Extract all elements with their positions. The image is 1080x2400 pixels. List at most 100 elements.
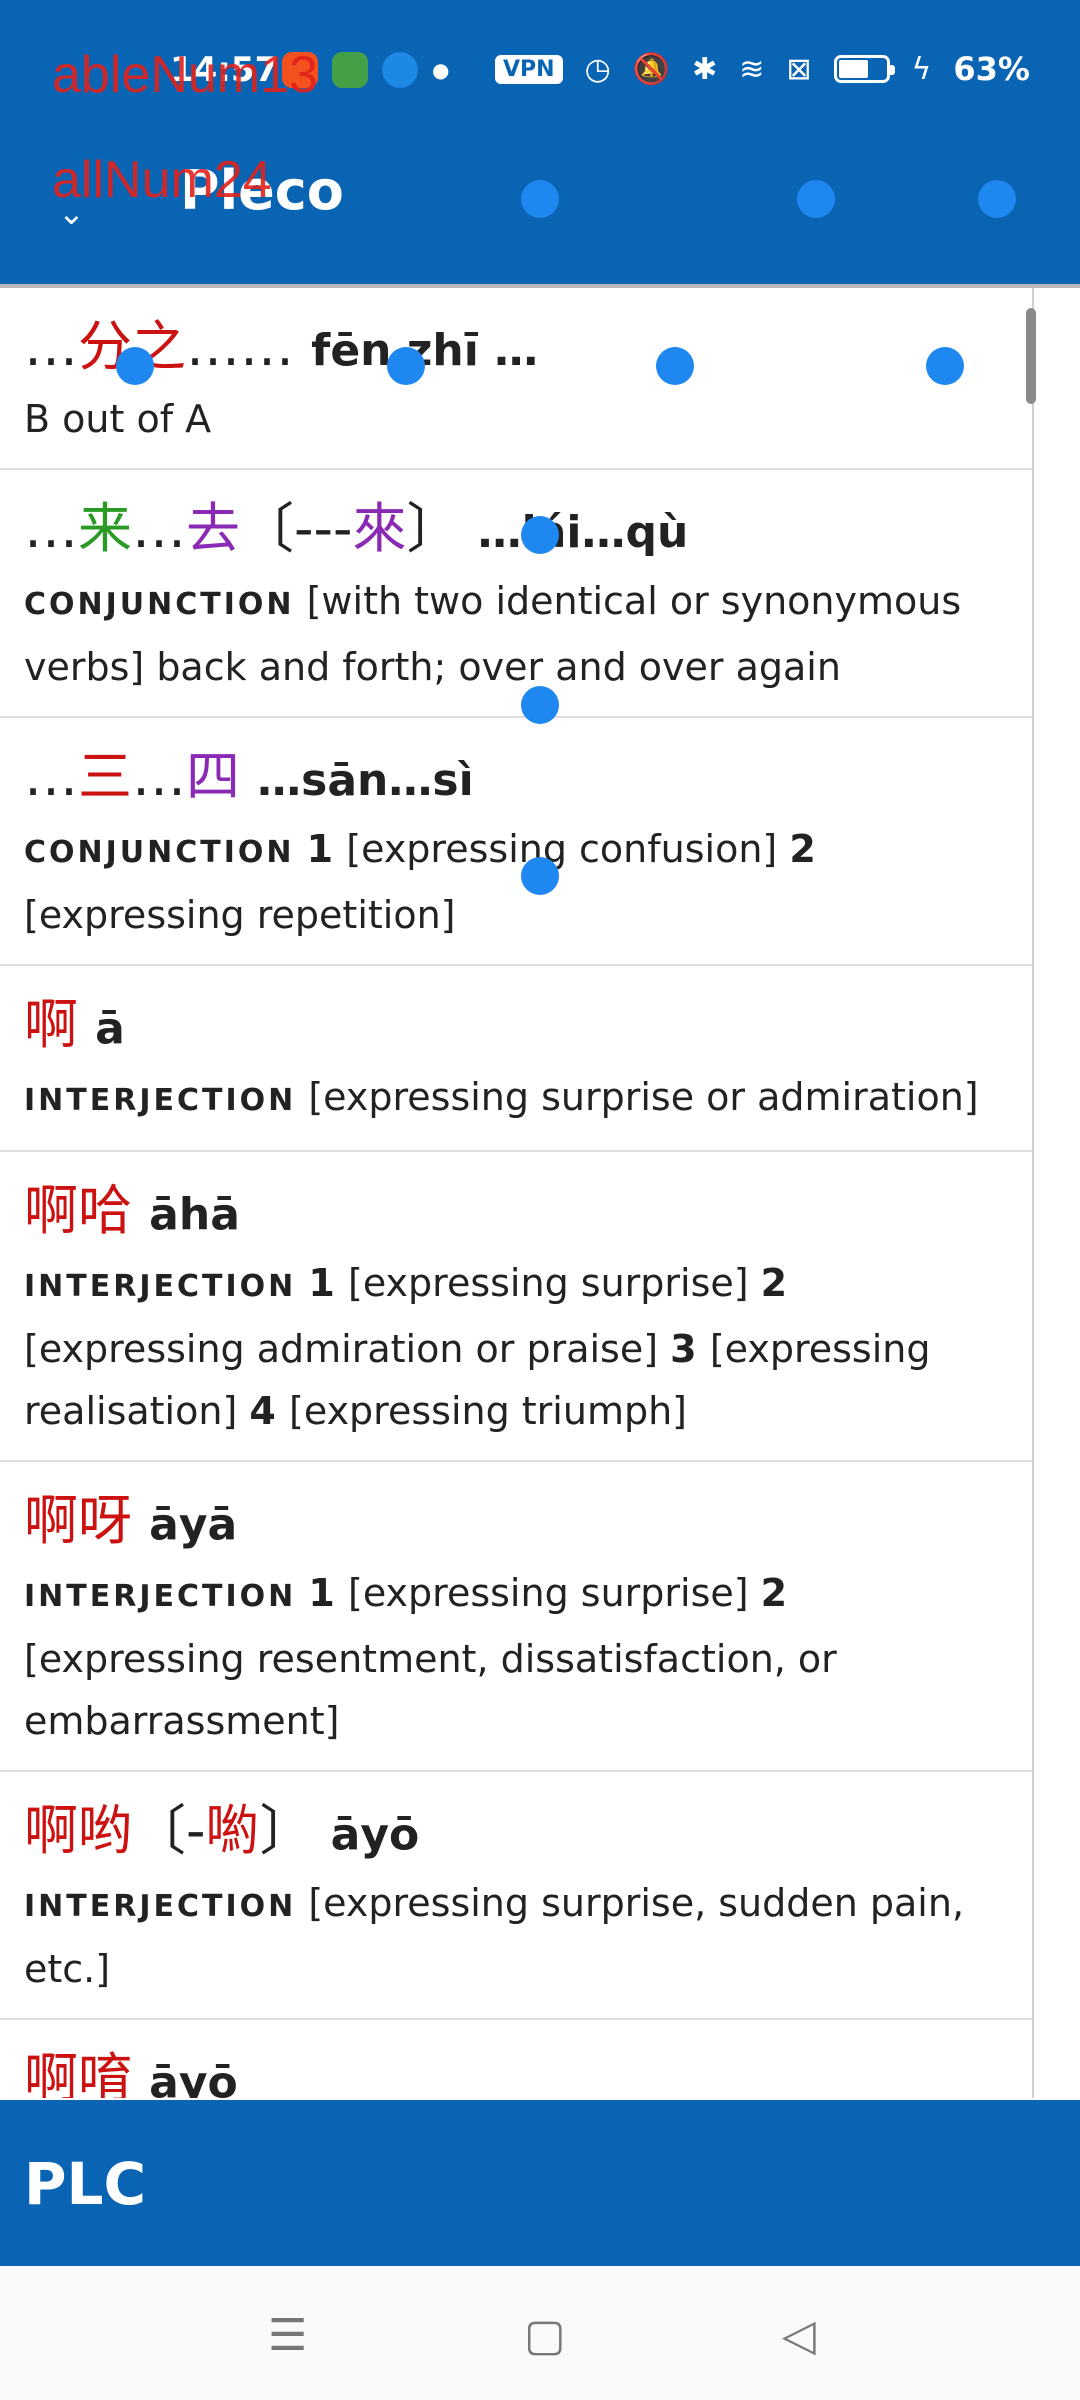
headword-chars: 啊唷 bbox=[24, 2047, 132, 2098]
overlay-text-2: allNum24 bbox=[52, 151, 272, 209]
headword-prefix: … bbox=[24, 497, 78, 560]
dot-icon: ● bbox=[432, 58, 450, 82]
entry-definition: INTERJECTION [expressing surprise or adm… bbox=[24, 1066, 1008, 1132]
headword-chars: 〕 bbox=[406, 497, 461, 560]
download-icon bbox=[332, 52, 368, 88]
sense-number: 1 bbox=[308, 1261, 349, 1305]
sense-text: [expressing admiration or praise] bbox=[24, 1327, 671, 1371]
overlay-text-1: ableNum13 bbox=[52, 46, 318, 104]
touch-dot bbox=[521, 857, 559, 895]
touch-dot bbox=[926, 347, 964, 385]
entry-definition: CONJUNCTION 1 [expressing confusion] 2 [… bbox=[24, 818, 1008, 946]
headword-chars: 去 bbox=[186, 497, 240, 560]
list-item[interactable]: 啊哟〔-喲〕 āyō INTERJECTION [expressing surpr… bbox=[0, 1772, 1032, 2020]
sense-text: [expressing resentment, dissatisfaction,… bbox=[24, 1637, 837, 1743]
headword-prefix: … bbox=[24, 315, 78, 378]
headword-chars: 〔--- bbox=[240, 497, 353, 560]
entry-pinyin: ā bbox=[95, 1003, 125, 1054]
touch-dot bbox=[656, 347, 694, 385]
vpn-badge: VPN bbox=[495, 54, 563, 84]
definition-text: [expressing surprise or admiration] bbox=[308, 1075, 979, 1119]
headword-chars: 啊哟 bbox=[24, 1799, 132, 1862]
headword-chars: 啊 bbox=[24, 993, 78, 1056]
entry-definition: CONJUNCTION [with two identical or synon… bbox=[24, 570, 1008, 698]
entry-pinyin: āhā bbox=[149, 1189, 240, 1240]
scrollbar-track[interactable] bbox=[1032, 288, 1034, 2098]
entry-headword: 啊哟〔-喲〕 āyō bbox=[24, 1794, 1008, 1872]
mute-icon: 🔕 bbox=[632, 51, 671, 87]
list-item[interactable]: 啊哈 āhā INTERJECTION 1 [expressing surpris… bbox=[0, 1152, 1032, 1462]
charging-icon: ϟ bbox=[911, 51, 932, 87]
entry-headword: 啊唷 āyō bbox=[24, 2042, 1008, 2098]
entry-headword: …来…去〔---來〕 …lái…qù bbox=[24, 492, 1008, 570]
list-item[interactable]: 啊呀 āyā INTERJECTION 1 [expressing surpris… bbox=[0, 1462, 1032, 1772]
headword-chars: 〔- bbox=[132, 1799, 206, 1862]
touch-dot bbox=[797, 180, 835, 218]
headword-chars: 來 bbox=[352, 497, 407, 560]
headword-chars: 啊哈 bbox=[24, 1179, 132, 1242]
entry-headword: …三…四 …sān…sì bbox=[24, 740, 1008, 818]
list-item[interactable]: …三…四 …sān…sì CONJUNCTION 1 [expressing co… bbox=[0, 718, 1032, 966]
headword-chars: 来 bbox=[78, 497, 132, 560]
entry-definition: INTERJECTION [expressing surprise, sudde… bbox=[24, 1872, 1008, 2000]
headword-chars: … bbox=[132, 745, 186, 808]
dictionary-results-list[interactable]: …分之…… fēn zhī … B out of A …来…去〔---來〕 …lái… bbox=[0, 288, 1032, 2098]
part-of-speech: INTERJECTION bbox=[24, 1889, 297, 1924]
entry-pinyin: āyō bbox=[330, 1809, 420, 1860]
battery-percent: 63% bbox=[953, 50, 1030, 88]
entry-headword: 啊呀 āyā bbox=[24, 1484, 1008, 1562]
sim-x-icon: ⊠ bbox=[786, 51, 812, 87]
speedometer-icon: ◷ bbox=[584, 51, 611, 87]
entry-pinyin: āyō bbox=[149, 2057, 238, 2098]
battery-cap bbox=[889, 65, 895, 75]
bluetooth-icon: ✱ bbox=[692, 51, 718, 87]
headword-chars: 四 bbox=[186, 745, 240, 808]
sense-text: [expressing confusion] bbox=[346, 827, 790, 871]
home-icon[interactable]: ▢ bbox=[524, 2310, 566, 2361]
headword-chars: … bbox=[132, 497, 186, 560]
sense-number: 1 bbox=[308, 1571, 349, 1615]
entry-headword: 啊哈 āhā bbox=[24, 1174, 1008, 1252]
app-badge-blue-icon bbox=[382, 52, 418, 88]
battery-icon bbox=[833, 55, 895, 83]
sense-number: 3 bbox=[670, 1327, 710, 1371]
headword-chars: 喲 bbox=[205, 1799, 260, 1862]
entry-headword: …分之…… fēn zhī … bbox=[24, 310, 1008, 388]
sense-number: 2 bbox=[760, 1261, 788, 1305]
entry-definition: B out of A bbox=[24, 388, 1008, 450]
list-item[interactable]: …来…去〔---來〕 …lái…qù CONJUNCTION [with two … bbox=[0, 470, 1032, 718]
entry-pinyin: āyā bbox=[149, 1499, 238, 1550]
headword-chars: 〕 bbox=[259, 1799, 314, 1862]
touch-dot bbox=[116, 347, 154, 385]
headword-prefix: … bbox=[24, 745, 78, 808]
sense-text: [expressing surprise] bbox=[348, 1261, 761, 1305]
search-bar[interactable]: PLC bbox=[0, 2100, 1080, 2266]
touch-dot bbox=[521, 516, 559, 554]
touch-dot bbox=[387, 347, 425, 385]
sense-text: [expressing triumph] bbox=[289, 1389, 687, 1433]
entry-definition: INTERJECTION 1 [expressing surprise] 2 [… bbox=[24, 1562, 1008, 1752]
entry-pinyin: …sān…sì bbox=[257, 755, 474, 806]
battery-fill bbox=[838, 60, 868, 78]
sense-number: 1 bbox=[306, 827, 347, 871]
sense-number: 4 bbox=[249, 1389, 290, 1433]
touch-dot bbox=[978, 180, 1016, 218]
sense-text: [expressing surprise] bbox=[348, 1571, 761, 1615]
part-of-speech: CONJUNCTION bbox=[24, 587, 295, 622]
entry-definition: INTERJECTION 1 [expressing surprise] 2 [… bbox=[24, 1252, 1008, 1442]
back-icon[interactable]: ◁ bbox=[782, 2310, 816, 2361]
list-item[interactable]: 啊 ā INTERJECTION [expressing surprise or … bbox=[0, 966, 1032, 1152]
wifi-icon: ≋ bbox=[739, 51, 765, 87]
sense-number: 2 bbox=[789, 827, 816, 871]
scrollbar-thumb[interactable] bbox=[1026, 308, 1036, 404]
definition-text: B out of A bbox=[24, 397, 212, 441]
list-item[interactable]: …分之…… fēn zhī … B out of A bbox=[0, 288, 1032, 470]
list-item[interactable]: 啊唷 āyōINTERJECTION [expressing surprise,… bbox=[0, 2020, 1032, 2098]
sense-number: 2 bbox=[760, 1571, 788, 1615]
entry-headword: 啊 ā bbox=[24, 988, 1008, 1066]
part-of-speech: CONJUNCTION bbox=[24, 835, 295, 870]
system-nav-bar: ☰ ▢ ◁ bbox=[0, 2266, 1080, 2400]
touch-dot bbox=[521, 180, 559, 218]
search-input[interactable]: PLC bbox=[24, 2150, 146, 2218]
recent-apps-icon[interactable]: ☰ bbox=[268, 2310, 307, 2361]
